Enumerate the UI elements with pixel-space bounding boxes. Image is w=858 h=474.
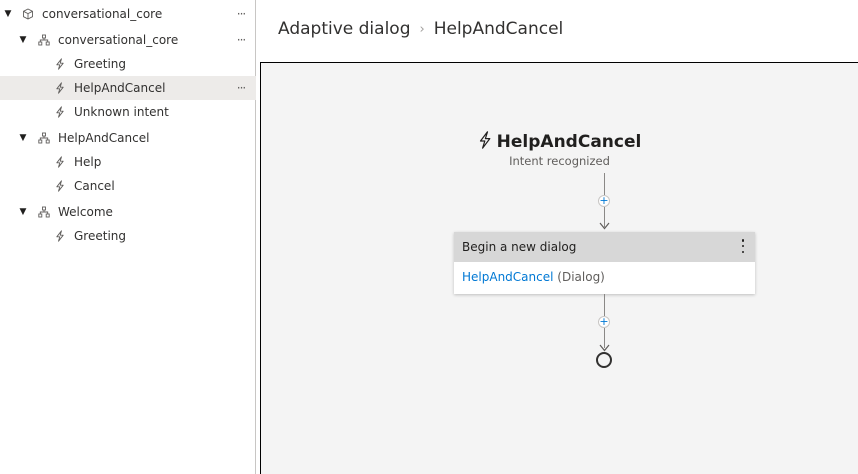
breadcrumb-item-adaptive-dialog[interactable]: Adaptive dialog [278,19,411,39]
lightning-bolt-icon [54,180,66,192]
lightning-bolt-icon [54,58,66,70]
breadcrumb: Adaptive dialog › HelpAndCancel [278,19,563,39]
more-options-icon[interactable]: ··· [234,7,248,21]
add-action-button[interactable]: + [598,195,610,207]
tree-trigger-row[interactable]: Cancel [0,174,256,198]
caret-down-icon[interactable]: ▼ [18,207,28,217]
project-tree: ▼ conversational_core ··· ▼ conversation… [0,0,256,474]
breadcrumb-item-current[interactable]: HelpAndCancel [434,19,564,39]
arrow-down-icon [599,222,610,230]
action-card-title: Begin a new dialog [462,240,577,254]
lightning-bolt-icon [478,131,492,154]
add-action-button[interactable]: + [598,316,610,328]
tree-dialog-row[interactable]: ▼ HelpAndCancel [0,126,256,150]
tree-dialog-label: HelpAndCancel [58,131,150,145]
dialog-tree-icon [38,132,50,144]
dialog-type-label: (Dialog) [557,270,605,284]
action-card-begin-dialog[interactable]: Begin a new dialog HelpAndCancel (Dialog… [454,232,755,294]
tree-trigger-row[interactable]: Greeting [0,52,256,76]
tree-dialog-row[interactable]: ▼ Welcome [0,200,256,224]
tree-root-row[interactable]: ▼ conversational_core ··· [0,2,256,26]
lightning-bolt-icon [54,82,66,94]
connector-line [604,173,605,195]
chevron-right-icon: › [419,21,425,37]
caret-down-icon[interactable]: ▼ [18,35,28,45]
arrow-down-icon [599,344,610,352]
tree-dialog-label: Welcome [58,205,113,219]
tree-trigger-label: Cancel [74,179,115,193]
tree-trigger-label: Help [74,155,102,169]
visual-editor-canvas[interactable]: HelpAndCancel Intent recognized + Begin … [260,62,858,474]
action-card-header[interactable]: Begin a new dialog [454,232,755,262]
trigger-name: HelpAndCancel [496,132,642,152]
tree-dialog-row[interactable]: ▼ conversational_core ··· [0,28,256,52]
dialog-tree-icon [38,206,50,218]
tree-trigger-row-selected[interactable]: HelpAndCancel ··· [0,76,256,100]
kebab-menu-icon[interactable] [740,239,746,253]
cube-icon [22,8,34,20]
tree-trigger-row[interactable]: Help [0,150,256,174]
tree-trigger-label: Unknown intent [74,105,169,119]
trigger-type-label: Intent recognized [509,154,610,168]
more-options-icon[interactable]: ··· [234,33,248,47]
lightning-bolt-icon [54,106,66,118]
trigger-node-title[interactable]: HelpAndCancel [261,131,858,154]
flow-end-node [596,352,612,368]
caret-down-icon[interactable]: ▼ [3,9,13,19]
caret-down-icon[interactable]: ▼ [18,133,28,143]
action-card-body: HelpAndCancel (Dialog) [454,262,755,284]
tree-trigger-label: HelpAndCancel [74,81,166,95]
dialog-link[interactable]: HelpAndCancel [462,270,553,284]
tree-trigger-label: Greeting [74,57,126,71]
more-options-icon[interactable]: ··· [234,81,248,95]
tree-trigger-row[interactable]: Greeting [0,224,256,248]
lightning-bolt-icon [54,230,66,242]
dialog-tree-icon [38,34,50,46]
tree-trigger-label: Greeting [74,229,126,243]
editor-header: Adaptive dialog › HelpAndCancel [257,0,858,62]
tree-root-label: conversational_core [42,7,163,21]
tree-dialog-label: conversational_core [58,33,179,47]
connector-line [604,294,605,316]
lightning-bolt-icon [54,156,66,168]
tree-trigger-row[interactable]: Unknown intent [0,100,256,124]
